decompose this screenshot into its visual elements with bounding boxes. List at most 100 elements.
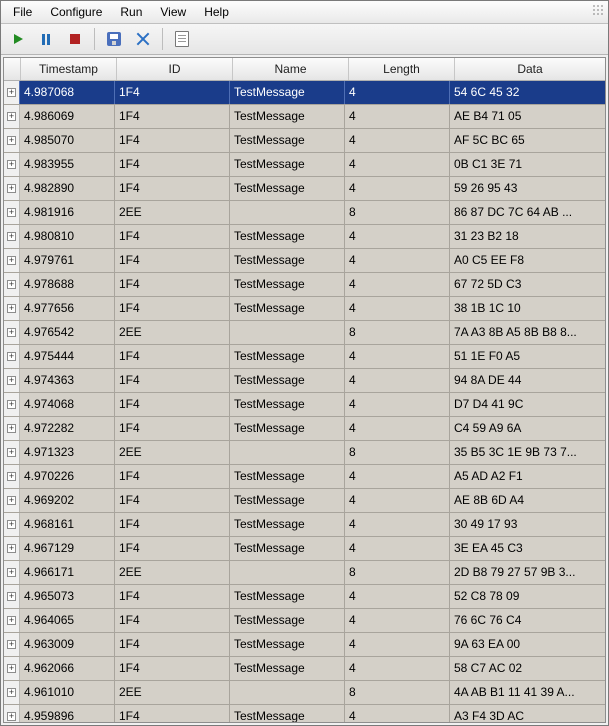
plus-icon: +	[7, 520, 16, 529]
table-row[interactable]: +4.9620661F4TestMessage458 C7 AC 02	[4, 657, 605, 681]
cell-name: TestMessage	[230, 633, 345, 656]
cell-data: 2D B8 79 27 57 9B 3...	[450, 561, 605, 584]
row-expander[interactable]: +	[4, 585, 20, 608]
table-row[interactable]: +4.9828901F4TestMessage459 26 95 43	[4, 177, 605, 201]
table-row[interactable]: +4.9870681F4TestMessage454 6C 45 32	[4, 81, 605, 105]
table-row[interactable]: +4.9702261F4TestMessage4A5 AD A2 F1	[4, 465, 605, 489]
row-expander[interactable]: +	[4, 441, 20, 464]
cell-id: 2EE	[115, 321, 230, 344]
data-grid: Timestamp ID Name Length Data +4.9870681…	[3, 57, 606, 723]
row-expander[interactable]: +	[4, 561, 20, 584]
row-expander[interactable]: +	[4, 273, 20, 296]
table-row[interactable]: +4.9661712EE82D B8 79 27 57 9B 3...	[4, 561, 605, 585]
column-expand[interactable]	[4, 58, 21, 80]
table-row[interactable]: +4.9765422EE87A A3 8B A5 8B B8 8...	[4, 321, 605, 345]
cell-timestamp: 4.965073	[20, 585, 115, 608]
menu-help[interactable]: Help	[195, 3, 238, 21]
table-row[interactable]: +4.9713232EE835 B5 3C 1E 9B 73 7...	[4, 441, 605, 465]
row-expander[interactable]: +	[4, 129, 20, 152]
row-expander[interactable]: +	[4, 297, 20, 320]
table-row[interactable]: +4.9722821F4TestMessage4C4 59 A9 6A	[4, 417, 605, 441]
row-expander[interactable]: +	[4, 105, 20, 128]
table-row[interactable]: +4.9819162EE886 87 DC 7C 64 AB ...	[4, 201, 605, 225]
cell-timestamp: 4.968161	[20, 513, 115, 536]
cell-data: 31 23 B2 18	[450, 225, 605, 248]
menu-view[interactable]: View	[151, 3, 195, 21]
row-expander[interactable]: +	[4, 633, 20, 656]
clear-button[interactable]	[130, 26, 156, 52]
column-timestamp[interactable]: Timestamp	[21, 58, 117, 80]
table-row[interactable]: +4.9808101F4TestMessage431 23 B2 18	[4, 225, 605, 249]
table-row[interactable]: +4.9630091F4TestMessage49A 63 EA 00	[4, 633, 605, 657]
column-id[interactable]: ID	[117, 58, 233, 80]
plus-icon: +	[7, 88, 16, 97]
column-length[interactable]: Length	[349, 58, 455, 80]
menu-run[interactable]: Run	[111, 3, 151, 21]
plus-icon: +	[7, 640, 16, 649]
table-row[interactable]: +4.9839551F4TestMessage40B C1 3E 71	[4, 153, 605, 177]
cell-data: C4 59 A9 6A	[450, 417, 605, 440]
save-button[interactable]	[101, 26, 127, 52]
row-expander[interactable]: +	[4, 369, 20, 392]
row-expander[interactable]: +	[4, 177, 20, 200]
grid-body[interactable]: +4.9870681F4TestMessage454 6C 45 32+4.98…	[4, 81, 605, 722]
table-row[interactable]: +4.9743631F4TestMessage494 8A DE 44	[4, 369, 605, 393]
row-expander[interactable]: +	[4, 465, 20, 488]
row-expander[interactable]: +	[4, 393, 20, 416]
table-row[interactable]: +4.9598961F4TestMessage4A3 F4 3D AC	[4, 705, 605, 722]
row-expander[interactable]: +	[4, 705, 20, 722]
cell-length: 8	[345, 561, 450, 584]
cell-id: 1F4	[115, 297, 230, 320]
row-expander[interactable]: +	[4, 153, 20, 176]
table-row[interactable]: +4.9681611F4TestMessage430 49 17 93	[4, 513, 605, 537]
row-expander[interactable]: +	[4, 201, 20, 224]
row-expander[interactable]: +	[4, 249, 20, 272]
column-name[interactable]: Name	[233, 58, 349, 80]
cell-timestamp: 4.967129	[20, 537, 115, 560]
cell-data: 58 C7 AC 02	[450, 657, 605, 680]
pause-button[interactable]	[33, 26, 59, 52]
row-expander[interactable]: +	[4, 81, 20, 104]
row-expander[interactable]: +	[4, 681, 20, 704]
table-row[interactable]: +4.9776561F4TestMessage438 1B 1C 10	[4, 297, 605, 321]
cell-timestamp: 4.975444	[20, 345, 115, 368]
row-expander[interactable]: +	[4, 417, 20, 440]
stop-button[interactable]	[62, 26, 88, 52]
table-row[interactable]: +4.9786881F4TestMessage467 72 5D C3	[4, 273, 605, 297]
cell-timestamp: 4.987068	[20, 81, 115, 104]
toolbar-separator	[94, 28, 95, 50]
cell-id: 1F4	[115, 657, 230, 680]
row-expander[interactable]: +	[4, 321, 20, 344]
row-expander[interactable]: +	[4, 225, 20, 248]
row-expander[interactable]: +	[4, 537, 20, 560]
row-expander[interactable]: +	[4, 345, 20, 368]
app-window: File Configure Run View Help	[0, 0, 609, 726]
cell-id: 1F4	[115, 369, 230, 392]
plus-icon: +	[7, 472, 16, 481]
menu-bar: File Configure Run View Help	[1, 1, 608, 24]
cell-name: TestMessage	[230, 177, 345, 200]
row-expander[interactable]: +	[4, 657, 20, 680]
table-row[interactable]: +4.9650731F4TestMessage452 C8 78 09	[4, 585, 605, 609]
plus-icon: +	[7, 232, 16, 241]
document-button[interactable]	[169, 26, 195, 52]
cell-id: 1F4	[115, 273, 230, 296]
row-expander[interactable]: +	[4, 489, 20, 512]
menu-file[interactable]: File	[4, 3, 41, 21]
table-row[interactable]: +4.9850701F4TestMessage4AF 5C BC 65	[4, 129, 605, 153]
table-row[interactable]: +4.9754441F4TestMessage451 1E F0 A5	[4, 345, 605, 369]
table-row[interactable]: +4.9740681F4TestMessage4D7 D4 41 9C	[4, 393, 605, 417]
run-button[interactable]	[4, 26, 30, 52]
row-expander[interactable]: +	[4, 513, 20, 536]
row-expander[interactable]: +	[4, 609, 20, 632]
cell-timestamp: 4.981916	[20, 201, 115, 224]
table-row[interactable]: +4.9610102EE84A AB B1 11 41 39 A...	[4, 681, 605, 705]
table-row[interactable]: +4.9671291F4TestMessage43E EA 45 C3	[4, 537, 605, 561]
column-data[interactable]: Data	[455, 58, 605, 80]
table-row[interactable]: +4.9797611F4TestMessage4A0 C5 EE F8	[4, 249, 605, 273]
table-row[interactable]: +4.9640651F4TestMessage476 6C 76 C4	[4, 609, 605, 633]
table-row[interactable]: +4.9860691F4TestMessage4AE B4 71 05	[4, 105, 605, 129]
menu-configure[interactable]: Configure	[41, 3, 111, 21]
cell-length: 4	[345, 249, 450, 272]
table-row[interactable]: +4.9692021F4TestMessage4AE 8B 6D A4	[4, 489, 605, 513]
